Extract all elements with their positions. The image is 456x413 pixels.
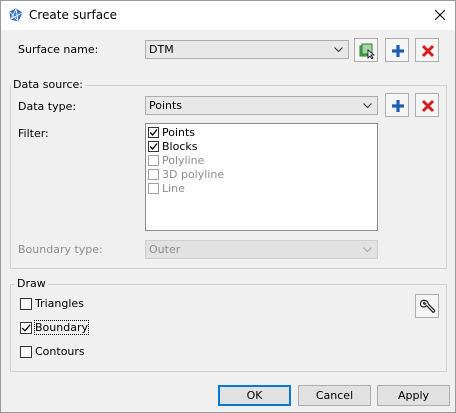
- data-type-label: Data type:: [18, 100, 77, 113]
- surface-name-value: DTM: [149, 43, 174, 56]
- pick-surface-button[interactable]: [354, 38, 378, 62]
- add-surface-button[interactable]: [385, 38, 409, 62]
- checkbox[interactable]: [148, 141, 159, 152]
- ok-button[interactable]: OK: [218, 385, 291, 406]
- checkbox[interactable]: [148, 183, 159, 194]
- surface-mesh-icon: [9, 8, 23, 22]
- delete-data-source-button[interactable]: [415, 93, 439, 117]
- delete-surface-button[interactable]: [415, 38, 439, 62]
- close-button[interactable]: [425, 1, 455, 30]
- cancel-button[interactable]: Cancel: [298, 385, 371, 406]
- title-bar: Create surface: [1, 1, 455, 30]
- draw-settings-button[interactable]: [415, 294, 439, 318]
- filter-item-label: Points: [162, 126, 196, 139]
- delete-x-icon: [421, 99, 435, 113]
- chevron-down-icon: [363, 103, 372, 109]
- checkbox[interactable]: [148, 155, 159, 166]
- plus-icon: [392, 45, 404, 57]
- create-surface-dialog: Create surface Surface name: DTM Data so…: [0, 0, 456, 413]
- chevron-down-icon: [334, 47, 343, 53]
- checkbox[interactable]: [20, 298, 32, 310]
- plus-icon: [392, 100, 404, 112]
- filter-listbox[interactable]: Points Blocks Polyline 3D polyline Line: [145, 123, 378, 231]
- boundary-type-value: Outer: [149, 243, 181, 256]
- draw-option-label: Triangles: [35, 297, 84, 310]
- checkbox[interactable]: [148, 127, 159, 138]
- checkmark-icon: [149, 143, 158, 150]
- draw-option-label: Boundary: [34, 320, 89, 335]
- filter-item-label: Polyline: [162, 154, 205, 167]
- surface-name-label: Surface name:: [18, 43, 99, 56]
- checkmark-icon: [21, 324, 31, 332]
- data-type-value: Points: [149, 99, 183, 112]
- chevron-down-icon: [363, 247, 372, 253]
- checkbox[interactable]: [148, 169, 159, 180]
- boundary-type-label: Boundary type:: [18, 243, 103, 256]
- surface-select-icon: [359, 43, 375, 59]
- delete-x-icon: [421, 44, 435, 58]
- window-title: Create surface: [29, 8, 118, 22]
- add-data-source-button[interactable]: [385, 93, 409, 117]
- filter-item-label: Blocks: [162, 140, 198, 153]
- filter-item-label: 3D polyline: [162, 168, 225, 181]
- filter-label: Filter:: [18, 127, 49, 140]
- checkbox[interactable]: [20, 346, 32, 358]
- data-type-combo[interactable]: Points: [145, 96, 378, 115]
- wrench-icon: [420, 299, 436, 313]
- close-icon: [435, 10, 445, 20]
- draw-option-label: Contours: [35, 345, 85, 358]
- checkbox[interactable]: [20, 322, 32, 334]
- filter-item-label: Line: [162, 182, 185, 195]
- draw-group-title: Draw: [15, 277, 48, 290]
- checkmark-icon: [149, 129, 158, 136]
- surface-name-combo[interactable]: DTM: [145, 40, 349, 59]
- data-source-group-title: Data source:: [11, 78, 85, 91]
- apply-button[interactable]: Apply: [377, 385, 450, 406]
- boundary-type-combo[interactable]: Outer: [145, 240, 378, 259]
